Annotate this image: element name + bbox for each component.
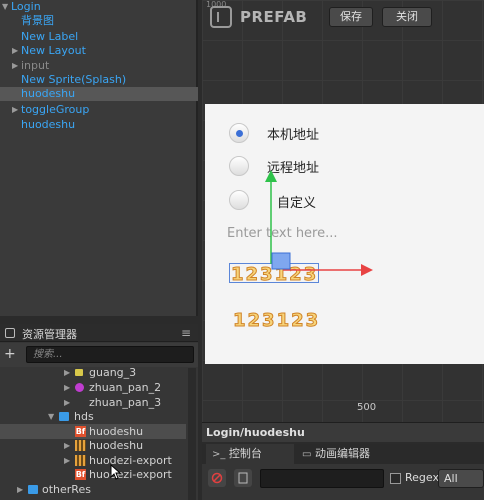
assets-header: 资源管理器 ≡ <box>0 324 198 342</box>
asset-item-label: otherRes <box>42 483 91 496</box>
asset-folder-hds[interactable]: ▼ hds <box>0 409 186 424</box>
transform-gizmo[interactable] <box>205 104 484 364</box>
asset-item-label: huodeshu <box>89 439 144 452</box>
asset-item-label: guang_3 <box>89 366 137 379</box>
asset-folder-other-res[interactable]: ▶ otherRes <box>0 482 186 497</box>
hierarchy-item-huodeshu[interactable]: huodeshu <box>0 118 198 132</box>
ruler-x-500: 500 <box>357 402 377 413</box>
save-button[interactable]: 保存 <box>329 7 373 27</box>
chevron-right-icon[interactable]: ▶ <box>64 365 70 380</box>
bitmap-font-icon: Bf <box>75 426 86 437</box>
texture-icon <box>75 440 86 451</box>
clear-console-button[interactable] <box>208 469 226 487</box>
hierarchy-item-input[interactable]: ▶ input <box>0 59 198 73</box>
hierarchy-item-label: New Label <box>21 30 79 43</box>
console-filter-input[interactable] <box>260 469 384 488</box>
asset-item-label: hds <box>74 410 94 423</box>
asset-item-label: huodeshu <box>89 425 144 438</box>
asset-item-zhuan-pan-3[interactable]: ▶ zhuan_pan_3 <box>0 395 186 410</box>
log-level-select[interactable]: All <box>438 469 484 488</box>
hierarchy-item-label: input <box>21 59 50 72</box>
scene-view[interactable]: 1000 PREFAB 保存 关闭 500 0 500 本机地址 远程地址 自定… <box>202 0 484 422</box>
console-toolbar: Regex All <box>202 466 484 494</box>
assets-icon <box>5 328 15 338</box>
gizmo-y-arrow-icon[interactable] <box>265 170 277 182</box>
particle-icon <box>75 383 84 392</box>
mouse-cursor-icon <box>110 464 122 480</box>
assets-panel: 资源管理器 ≡ + 搜索... ▶ guang_3 ▶ zhuan_pan_2 … <box>0 324 198 500</box>
texture-icon <box>75 455 86 466</box>
menu-icon[interactable]: ≡ <box>181 326 191 340</box>
hierarchy-item-new-sprite[interactable]: New Sprite(Splash) <box>0 73 198 87</box>
asset-item-huodezi-export-texture[interactable]: ▶ huodezi-export <box>0 453 186 468</box>
console-panel: >_ 控制台 ▭ 动画编辑器 Regex All <box>202 444 484 500</box>
bitmap-font-icon: Bf <box>75 469 86 480</box>
hierarchy-item-new-layout[interactable]: ▶ New Layout <box>0 44 198 58</box>
log-level-value: All <box>444 472 458 485</box>
hierarchy-item-label: 背景图 <box>21 14 54 27</box>
chevron-right-icon[interactable]: ▶ <box>64 395 70 410</box>
tab-console-label: 控制台 <box>228 447 262 460</box>
chevron-down-icon[interactable]: ▼ <box>2 0 8 14</box>
chevron-right-icon[interactable]: ▶ <box>64 380 70 395</box>
chevron-down-icon[interactable]: ▼ <box>48 409 54 424</box>
chevron-right-icon[interactable]: ▶ <box>17 482 23 497</box>
tab-animation-label: 动画编辑器 <box>314 447 370 460</box>
tab-console[interactable]: >_ 控制台 <box>206 444 294 464</box>
clear-icon <box>211 472 223 484</box>
tab-animation-editor[interactable]: ▭ 动画编辑器 <box>298 444 382 464</box>
close-button[interactable]: 关闭 <box>382 7 432 27</box>
add-asset-button[interactable]: + <box>4 346 16 362</box>
asset-item-label: zhuan_pan_2 <box>89 381 162 394</box>
asset-item-label: huodezi-export <box>89 468 172 481</box>
chevron-right-icon[interactable]: ▶ <box>64 453 70 468</box>
console-tabs: >_ 控制台 ▭ 动画编辑器 <box>202 444 484 464</box>
file-icon <box>238 472 248 484</box>
hierarchy-item-new-label[interactable]: New Label <box>0 30 198 44</box>
asset-item-huodezi-export-font[interactable]: Bf huodezi-export <box>0 467 186 482</box>
hierarchy-item-login[interactable]: ▼ Login <box>0 0 198 14</box>
assets-title: 资源管理器 <box>22 328 77 341</box>
asset-item-label: zhuan_pan_3 <box>89 396 162 409</box>
assets-toolbar: + 搜索... <box>0 343 198 367</box>
sprite-icon <box>75 369 83 376</box>
hierarchy-panel: ▼ Login 背景图 New Label ▶ New Layout ▶ inp… <box>0 0 198 316</box>
regex-label: Regex <box>405 471 439 484</box>
chevron-right-icon[interactable]: ▶ <box>12 59 18 73</box>
open-log-file-button[interactable] <box>234 469 252 487</box>
gizmo-center-handle[interactable] <box>271 252 291 270</box>
asset-item-zhuan-pan-2[interactable]: ▶ zhuan_pan_2 <box>0 380 186 395</box>
console-icon: >_ <box>212 449 226 460</box>
regex-checkbox[interactable] <box>390 473 401 484</box>
asset-item-label: huodezi-export <box>89 454 172 467</box>
hierarchy-item-toggle-group[interactable]: ▶ toggleGroup <box>0 103 198 117</box>
hierarchy-item-label: huodeshu <box>21 118 76 131</box>
chevron-right-icon[interactable]: ▶ <box>12 103 18 117</box>
chevron-right-icon[interactable]: ▶ <box>64 438 70 453</box>
folder-icon <box>28 485 38 494</box>
asset-item-huodeshu-font[interactable]: Bf huodeshu <box>0 424 186 439</box>
hierarchy-item-huodeshu-selected[interactable]: huodeshu <box>0 87 198 101</box>
scene-breadcrumb: Login/huodeshu <box>202 422 484 442</box>
hierarchy-item-label: huodeshu <box>21 87 76 100</box>
animation-icon: ▭ <box>302 449 312 460</box>
folder-icon <box>59 412 69 421</box>
hierarchy-item-label: Login <box>11 0 41 13</box>
prefab-logo-icon <box>210 6 232 28</box>
hierarchy-item-label: New Sprite(Splash) <box>21 73 127 86</box>
prefab-title: PREFAB <box>240 8 308 26</box>
assets-search-input[interactable]: 搜索... <box>26 346 194 363</box>
hierarchy-item-background[interactable]: 背景图 <box>0 14 198 28</box>
hierarchy-item-label: toggleGroup <box>21 103 90 116</box>
gizmo-x-arrow-icon[interactable] <box>361 264 373 276</box>
asset-item-huodeshu-texture[interactable]: ▶ huodeshu <box>0 438 186 453</box>
hierarchy-item-label: New Layout <box>21 44 86 57</box>
design-canvas[interactable]: 本机地址 远程地址 自定义 Enter text here... 123123 … <box>205 104 484 364</box>
chevron-right-icon[interactable]: ▶ <box>12 44 18 58</box>
scene-toolbar: PREFAB 保存 关闭 <box>202 0 484 34</box>
asset-item-guang-3[interactable]: ▶ guang_3 <box>0 365 186 380</box>
assets-scrollbar[interactable] <box>188 368 196 500</box>
